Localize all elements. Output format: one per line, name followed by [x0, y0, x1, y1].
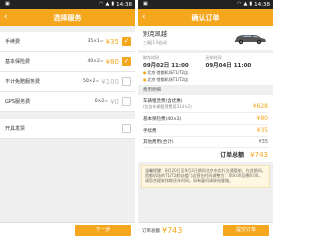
invoice-checkbox[interactable] — [122, 124, 131, 133]
battery-icon: ▮ — [111, 1, 115, 7]
back-arrow-icon[interactable]: ‹ — [4, 12, 8, 22]
service-row-deductible-waiver[interactable]: 不计免赔服务费 50×2= ¥100 — [0, 72, 135, 92]
location-pin-icon: ● — [143, 70, 147, 75]
return-location: 北京·首都机场T1/T2店 — [147, 77, 189, 82]
pickup-info: 取车时间 09月02日 11:00 — [143, 55, 206, 69]
service-name: 不计免赔服务费 — [5, 79, 41, 85]
confirm-order-screen: ▣ ◠ ▲ ▮ 14:38 ‹ 确认订单 别克凯越 三厢|1.6自动 取车时间 … — [138, 0, 273, 238]
status-time: 14:38 — [254, 1, 270, 8]
service-row-handling-fee[interactable]: 手续费 35×1= ¥35 ✓ — [0, 32, 135, 52]
notice-box: 温馨提醒：8月20日至9月3日期间北京市实行交通管制，在此期间，首都机场的T1/… — [141, 165, 270, 188]
service-price: ¥80 — [105, 57, 119, 66]
other-fee-label: 其他费用(合计) — [143, 140, 174, 145]
service-calc: 0×2= — [94, 99, 109, 104]
fee-amount: ¥35 — [256, 127, 268, 134]
fee-row: 手续费 ¥35 — [143, 125, 268, 137]
fee-row: 基本保险费(40×2) ¥80 — [143, 113, 268, 125]
order-total-label: 订单总额 — [220, 152, 245, 159]
pickup-time: 11:00 — [171, 63, 189, 69]
title-bar: ‹ 选择服务 — [0, 9, 135, 26]
return-time: 11:00 — [233, 63, 252, 69]
notification-icon: ▣ — [5, 1, 10, 7]
pickup-location: 北京·首都机场T1/T2店 — [147, 70, 189, 75]
pickup-date: 09月02日 — [143, 63, 170, 69]
car-image-icon — [235, 35, 266, 45]
service-calc: 35×1= — [87, 39, 104, 44]
battery-icon: ▮ — [249, 1, 253, 7]
service-name: 手续费 — [5, 39, 21, 45]
invoice-section: 开具发票 — [0, 119, 135, 139]
service-list: 手续费 35×1= ¥35 ✓ 基本保险费 40×2= ¥80 ✓ 不计免赔服务… — [0, 32, 135, 112]
order-total-row: 订单总额 ¥743 — [143, 148, 268, 161]
service-checkbox[interactable]: ✓ — [122, 37, 131, 46]
fee-name: 基本保险费(40×2) — [143, 117, 182, 122]
location-pin-icon: ● — [143, 77, 147, 82]
service-calc: 50×2= — [83, 79, 100, 84]
fee-amount: ¥628 — [252, 103, 268, 110]
other-fee-row[interactable]: 其他费用(合计) ¥35 — [143, 137, 268, 148]
return-date: 09月04日 — [205, 63, 232, 69]
next-step-button[interactable]: 下一步 — [75, 225, 131, 236]
status-time: 14:38 — [116, 1, 132, 8]
service-name: 基本保险费 — [5, 59, 31, 65]
car-card: 别克凯越 三厢|1.6自动 — [138, 26, 273, 50]
fee-section-header: 费用明细 — [138, 85, 273, 95]
fee-details: 车辆租赁费(含优惠) (包含车辆租赁费用314×2) ¥628 基本保险费(40… — [138, 95, 273, 162]
service-checkbox[interactable] — [122, 97, 131, 106]
rental-time-card: 取车时间 09月02日 11:00 还车时间 09月04日 11:00 ●北京·… — [138, 53, 273, 85]
fee-amount: ¥80 — [256, 115, 268, 122]
service-calc: 40×2= — [87, 59, 104, 64]
bottom-bar: 订单总额 ¥743 提交订单 — [138, 222, 273, 238]
fee-row: 车辆租赁费(含优惠) (包含车辆租赁费用314×2) ¥628 — [143, 96, 268, 113]
service-checkbox[interactable] — [122, 77, 131, 86]
return-info: 还车时间 09月04日 11:00 — [206, 55, 269, 69]
notification-icon: ▣ — [143, 1, 148, 7]
status-bar: ▣ ◠ ▲ ▮ 14:38 — [0, 0, 135, 9]
page-title: 确认订单 — [191, 13, 220, 22]
submit-order-button[interactable]: 提交订单 — [223, 225, 269, 236]
bottom-bar: 下一步 — [0, 222, 135, 238]
service-name: GPS服务费 — [5, 99, 31, 105]
invoice-label: 开具发票 — [5, 126, 26, 132]
select-service-screen: ▣ ◠ ▲ ▮ 14:38 ‹ 选择服务 手续费 35×1= ¥35 ✓ 基本保… — [0, 0, 135, 238]
bottom-total-amount: ¥743 — [162, 226, 183, 235]
fee-calc: (包含车辆租赁费用314×2) — [143, 104, 192, 109]
signal-icon: ▲ — [105, 1, 110, 7]
back-arrow-icon[interactable]: ‹ — [142, 12, 146, 22]
service-price: ¥0 — [110, 97, 119, 106]
service-checkbox[interactable]: ✓ — [122, 57, 131, 66]
order-total-amount: ¥743 — [250, 150, 268, 159]
status-bar: ▣ ◠ ▲ ▮ 14:38 — [138, 0, 273, 9]
signal-icon: ▲ — [243, 1, 248, 7]
wifi-icon: ◠ — [237, 1, 242, 7]
service-price: ¥35 — [105, 37, 119, 46]
service-row-basic-insurance[interactable]: 基本保险费 40×2= ¥80 ✓ — [0, 52, 135, 72]
service-price: ¥100 — [101, 77, 119, 86]
page-title: 选择服务 — [53, 13, 82, 22]
title-bar: ‹ 确认订单 — [138, 9, 273, 26]
wifi-icon: ◠ — [99, 1, 104, 7]
bottom-total-label: 订单总额 — [142, 228, 160, 234]
other-fee-amount: ¥35 — [258, 139, 268, 145]
service-row-gps[interactable]: GPS服务费 0×2= ¥0 — [0, 92, 135, 112]
fee-name: 手续费 — [143, 129, 157, 134]
invoice-row[interactable]: 开具发票 — [0, 119, 135, 139]
